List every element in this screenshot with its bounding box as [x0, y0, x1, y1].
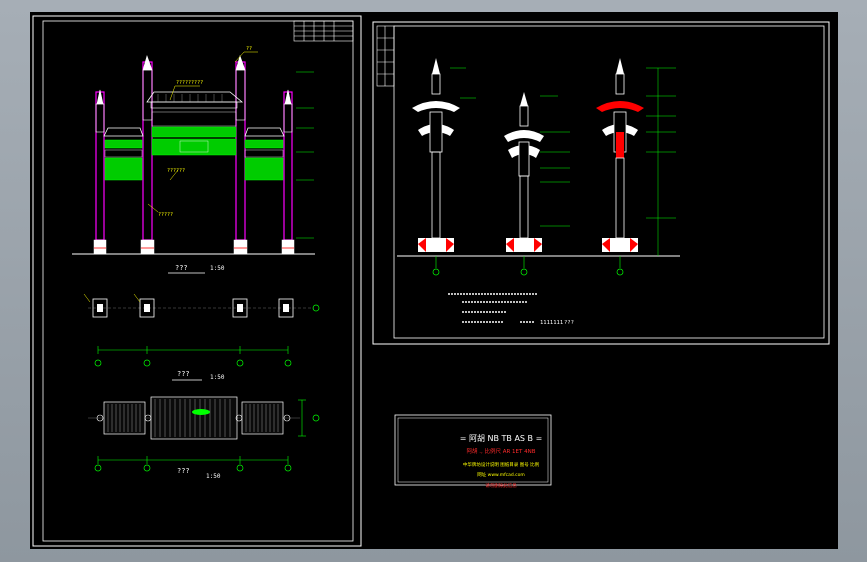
left-side-roof [103, 127, 144, 137]
right-sheet-inner-border [393, 25, 825, 339]
left-frieze-hatch [104, 139, 143, 149]
right-sheet: 1111111 ??? [372, 21, 830, 345]
note-label: ??? [564, 320, 574, 326]
base-tag: ????? [158, 212, 173, 218]
main-plaque-hatch [151, 138, 237, 156]
titleblock-line-2: 阿胡 ., 比例尺 AR 1ET 4NB [466, 449, 536, 455]
beam-tag: ?????? [167, 168, 185, 174]
titleblock-line-1: = 阿胡 NB TB AS B = [459, 434, 543, 443]
left-sheet-stamp [293, 20, 354, 42]
note-number: 1111111 [540, 320, 563, 326]
side-view-3 [596, 58, 644, 276]
model-space-canvas[interactable]: ????????? ?? ?????? ????? ??? 1:50 ??? 1… [30, 12, 838, 549]
right-side-roof [244, 127, 285, 137]
front-elevation: ????????? ?? ?????? ????? [72, 46, 315, 255]
right-sheet-outer-border [372, 21, 830, 345]
titleblock-line-4: 网址 www.mfcad.com [477, 473, 525, 478]
left-panel-hatch [104, 157, 143, 181]
main-roof [146, 91, 244, 109]
column-3 [235, 61, 246, 241]
cad-viewport[interactable]: ????????? ?? ?????? ????? ??? 1:50 ??? 1… [0, 0, 867, 562]
roof-tag: ????????? [176, 80, 203, 86]
right-panel-hatch [244, 157, 284, 181]
right-level-marks [450, 67, 676, 256]
right-notes: 1111111 ??? [448, 293, 574, 326]
right-sheet-stamp [376, 25, 395, 87]
right-frieze-hatch [244, 139, 284, 149]
front-elevation-title: ??? 1:50 [168, 264, 225, 274]
column-4 [283, 91, 293, 241]
titleblock-line-3: 中华牌坊设计说明 图纸目录 图号 比例 [462, 463, 540, 468]
left-sheet-outer-border [32, 15, 362, 547]
column-plan [83, 293, 320, 318]
plan-scale: 1:50 [210, 374, 225, 381]
ridge-tag: ?? [246, 46, 252, 52]
front-elevation-scale: 1:50 [210, 265, 225, 272]
bottom-plan-label: ??? [177, 467, 190, 475]
left-sheet: ????????? ?? ?????? ????? ??? 1:50 ??? 1… [32, 15, 362, 547]
bottom-plan-title: ??? 1:50 [177, 467, 221, 480]
bottom-plan-scale: 1:50 [206, 473, 221, 480]
column-2 [142, 61, 153, 241]
side-view-1 [412, 58, 460, 276]
plan-dimension-line [97, 346, 289, 354]
titleblock-line-5: 请勿删除此信息 [485, 484, 517, 489]
column-1 [95, 91, 105, 241]
plan-title: ??? 1:50 [172, 370, 225, 381]
title-block-text: = 阿胡 NB TB AS B = 阿胡 ., 比例尺 AR 1ET 4NB 中… [425, 428, 577, 496]
main-frieze-hatch [151, 126, 237, 138]
side-view-2 [504, 92, 544, 276]
roof-plan [88, 396, 320, 472]
plan-label: ??? [177, 370, 190, 378]
front-elevation-label: ??? [175, 264, 188, 272]
